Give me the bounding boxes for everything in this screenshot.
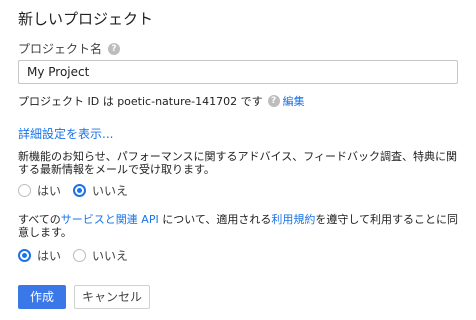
terms-radio-group: はい いいえ [18, 247, 140, 264]
edit-project-id-link[interactable]: 編集 [283, 93, 305, 109]
dialog-title: 新しいプロジェクト [18, 10, 154, 28]
updates-consent-text: 新機能のお知らせ、パフォーマンスに関するアドバイス、フィードバック調査、特典に関… [18, 150, 458, 176]
help-icon[interactable]: ? [267, 95, 280, 107]
project-id-text: プロジェクト ID は poetic-nature-141702 です [18, 95, 263, 108]
cancel-button[interactable]: キャンセル [74, 285, 150, 309]
radio-label: はい [37, 184, 62, 198]
radio-label: はい [37, 249, 62, 263]
updates-option-no[interactable]: いいえ [73, 182, 128, 199]
radio-button[interactable] [73, 249, 87, 262]
updates-option-yes[interactable]: はい [18, 182, 61, 199]
updates-radio-group: はい いいえ [18, 182, 140, 199]
radio-button[interactable] [18, 184, 31, 197]
project-id-line: プロジェクト ID は poetic-nature-141702 です ? 編集 [18, 93, 305, 109]
terms-text-middle: について、適用される [158, 213, 272, 226]
terms-text-prefix: すべての [18, 213, 61, 226]
new-project-dialog: 新しいプロジェクト プロジェクト名 ? プロジェクト ID は poetic-n… [0, 0, 476, 320]
create-button[interactable]: 作成 [18, 285, 66, 309]
radio-button-selected[interactable] [18, 249, 31, 262]
terms-option-no[interactable]: いいえ [73, 247, 128, 264]
radio-label: いいえ [92, 249, 129, 263]
project-name-input[interactable] [18, 60, 458, 84]
help-icon[interactable]: ? [108, 42, 121, 55]
terms-of-service-link[interactable]: 利用規約 [271, 213, 315, 226]
show-advanced-settings-link[interactable]: 詳細設定を表示... [18, 125, 113, 142]
terms-option-yes[interactable]: はい [18, 247, 61, 264]
project-name-label: プロジェクト名 [18, 42, 103, 56]
terms-consent-text: すべてのサービスと関連 API について、適用される利用規約を遵守して利用するこ… [18, 213, 463, 239]
project-name-label-row: プロジェクト名 ? [18, 40, 121, 57]
radio-label: いいえ [92, 184, 129, 198]
services-and-apis-link[interactable]: サービスと関連 API [61, 213, 159, 226]
radio-button-selected[interactable] [73, 184, 87, 197]
